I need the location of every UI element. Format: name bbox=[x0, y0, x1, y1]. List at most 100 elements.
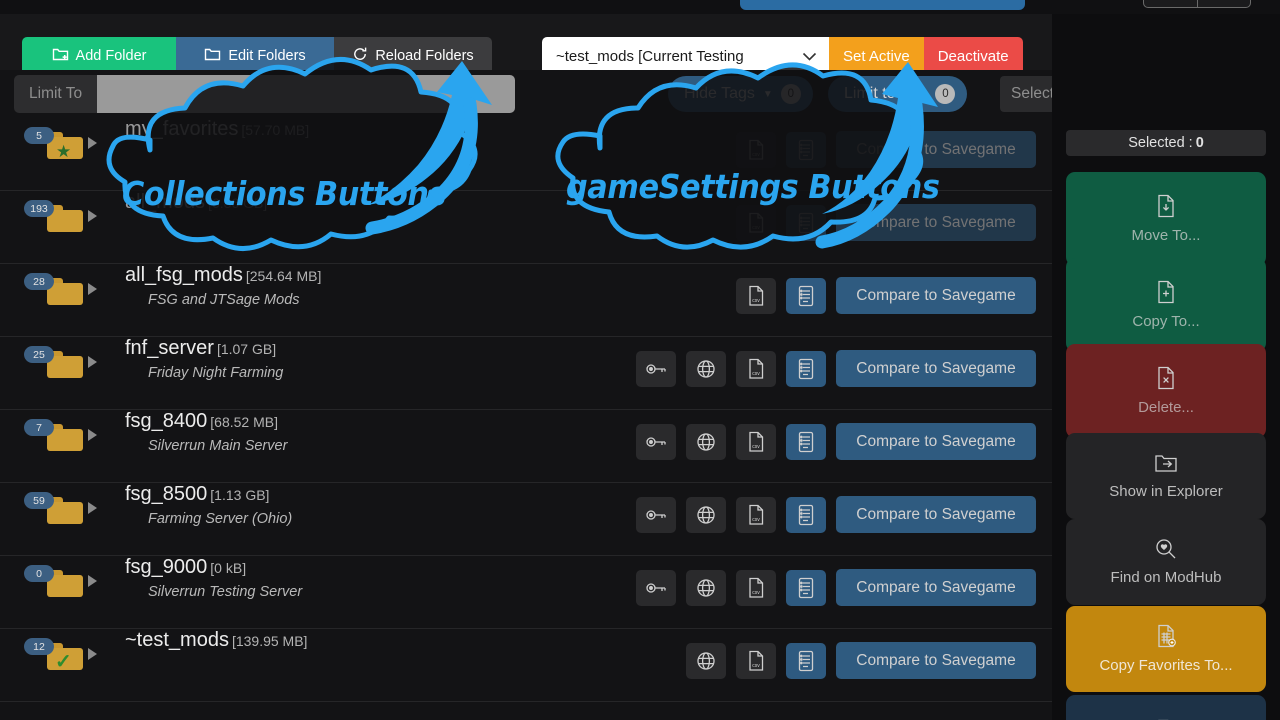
csv-file-icon: csv bbox=[746, 285, 766, 307]
notes-icon bbox=[796, 431, 816, 453]
row-expand-caret-icon[interactable] bbox=[88, 429, 97, 441]
limit-to-input[interactable] bbox=[97, 75, 515, 113]
table-row[interactable]: 59 fsg_8500[1.13 GB] Farming Server (Ohi… bbox=[0, 483, 1052, 556]
sidebar-copy-favorites-to-button[interactable]: Copy Favorites To... bbox=[1066, 606, 1266, 692]
table-row[interactable]: 7 fsg_8400[68.52 MB] Silverrun Main Serv… bbox=[0, 410, 1052, 483]
table-row[interactable]: 0 fsg_9000[0 kB] Silverrun Testing Serve… bbox=[0, 556, 1052, 629]
row-folder-name: fsg_8400 bbox=[125, 410, 207, 432]
svg-text:csv: csv bbox=[752, 225, 760, 231]
compare-to-savegame-button[interactable]: Compare to Savegame bbox=[836, 423, 1036, 460]
row-action-notes-button[interactable] bbox=[786, 132, 826, 168]
notes-icon bbox=[796, 139, 816, 161]
row-action-globe-button[interactable] bbox=[686, 351, 726, 387]
sidebar-move-to-button[interactable]: Move To... bbox=[1066, 172, 1266, 266]
row-action-key-button[interactable] bbox=[636, 570, 676, 606]
compare-to-savegame-button[interactable]: Compare to Savegame bbox=[836, 350, 1036, 387]
compare-to-savegame-button[interactable]: Compare to Savegame bbox=[836, 277, 1036, 314]
row-mod-count-badge: 5 bbox=[24, 127, 54, 144]
row-folder-name: my_favorites bbox=[125, 118, 238, 140]
row-expand-caret-icon[interactable] bbox=[88, 648, 97, 660]
sidebar-show-in-explorer-button[interactable]: Show in Explorer bbox=[1066, 433, 1266, 519]
row-folder-name: all_mods bbox=[125, 191, 205, 213]
row-folder-size: [68.52 MB] bbox=[210, 414, 278, 430]
row-action-notes-button[interactable] bbox=[786, 570, 826, 606]
row-action-notes-button[interactable] bbox=[786, 278, 826, 314]
table-row[interactable]: 25 fnf_server[1.07 GB] Friday Night Farm… bbox=[0, 337, 1052, 410]
favorite-star-icon: ★ bbox=[56, 143, 71, 160]
row-action-csv-file-button[interactable]: csv bbox=[736, 497, 776, 533]
row-title: fsg_8500[1.13 GB] bbox=[125, 483, 269, 506]
row-action-csv-file-button[interactable]: csv bbox=[736, 643, 776, 679]
sidebar-file-zip-icon-button[interactable] bbox=[1066, 695, 1266, 720]
limit-to-tags-count: 0 bbox=[935, 84, 955, 104]
svg-text:csv: csv bbox=[752, 444, 760, 450]
row-expand-caret-icon[interactable] bbox=[88, 502, 97, 514]
row-action-globe-button[interactable] bbox=[686, 570, 726, 606]
refresh-icon bbox=[352, 46, 368, 66]
row-folder-name: all_fsg_mods bbox=[125, 264, 243, 286]
globe-icon bbox=[696, 505, 716, 525]
chevron-down-icon bbox=[802, 49, 817, 64]
right-sidebar: Selected : 0 Move To... Copy To... Delet… bbox=[1052, 14, 1280, 720]
row-expand-caret-icon[interactable] bbox=[88, 356, 97, 368]
set-active-label: Set Active bbox=[843, 48, 910, 65]
main-toolbar: Add Folder Edit Folders Reload Folder bbox=[0, 14, 1052, 70]
notes-icon bbox=[796, 285, 816, 307]
row-title: fnf_server[1.07 GB] bbox=[125, 337, 276, 360]
row-action-notes-button[interactable] bbox=[786, 643, 826, 679]
row-action-csv-file-button[interactable]: csv bbox=[736, 278, 776, 314]
row-description: Farming Server (Ohio) bbox=[148, 511, 292, 527]
row-actions: csv Compare to Savegame bbox=[636, 350, 1036, 387]
limit-to-tags-dropdown[interactable]: Limit to T ▼ 0 bbox=[828, 76, 967, 112]
file-download-icon bbox=[1155, 194, 1177, 223]
table-row[interactable]: 12 ✓ ~test_mods[139.95 MB] csv bbox=[0, 629, 1052, 702]
row-action-notes-button[interactable] bbox=[786, 497, 826, 533]
row-action-csv-file-button[interactable]: csv bbox=[736, 424, 776, 460]
row-action-globe-button[interactable] bbox=[686, 424, 726, 460]
limit-to-group: Limit To bbox=[14, 75, 515, 113]
row-action-notes-button[interactable] bbox=[786, 424, 826, 460]
sidebar-find-on-modhub-button[interactable]: Find on ModHub bbox=[1066, 519, 1266, 605]
svg-text:csv: csv bbox=[752, 663, 760, 669]
row-action-csv-file-button[interactable]: csv bbox=[736, 205, 776, 241]
row-title: all_mods[6.86 GB] bbox=[125, 191, 267, 214]
row-title: ~test_mods[139.95 MB] bbox=[125, 629, 307, 652]
csv-file-icon: csv bbox=[746, 358, 766, 380]
partial-segmented-buttons[interactable] bbox=[1143, 0, 1251, 8]
row-action-key-button[interactable] bbox=[636, 497, 676, 533]
compare-to-savegame-button[interactable]: Compare to Savegame bbox=[836, 131, 1036, 168]
notes-icon bbox=[796, 650, 816, 672]
partial-blue-button[interactable] bbox=[740, 0, 1025, 10]
svg-text:csv: csv bbox=[752, 298, 760, 304]
row-expand-caret-icon[interactable] bbox=[88, 210, 97, 222]
row-expand-caret-icon[interactable] bbox=[88, 283, 97, 295]
table-row[interactable]: 193 all_mods[6.86 GB] csv bbox=[0, 191, 1052, 264]
mod-folder-list[interactable]: 5 ★ my_favorites[57.70 MB] csv bbox=[0, 118, 1052, 720]
row-action-notes-button[interactable] bbox=[786, 351, 826, 387]
hide-tags-dropdown[interactable]: Hide Tags ▼ 0 bbox=[668, 76, 813, 112]
row-mod-count-badge: 193 bbox=[24, 200, 54, 217]
compare-to-savegame-button[interactable]: Compare to Savegame bbox=[836, 642, 1036, 679]
table-row[interactable]: 28 all_fsg_mods[254.64 MB] FSG and JTSag… bbox=[0, 264, 1052, 337]
row-expand-caret-icon[interactable] bbox=[88, 137, 97, 149]
sidebar-delete-button[interactable]: Delete... bbox=[1066, 344, 1266, 438]
row-action-globe-button[interactable] bbox=[686, 497, 726, 533]
table-row[interactable]: 5 ★ my_favorites[57.70 MB] csv bbox=[0, 118, 1052, 191]
row-action-globe-button[interactable] bbox=[686, 643, 726, 679]
row-action-key-button[interactable] bbox=[636, 351, 676, 387]
row-action-csv-file-button[interactable]: csv bbox=[736, 351, 776, 387]
row-folder-name: fsg_8500 bbox=[125, 483, 207, 505]
grid-plus-icon bbox=[1155, 624, 1177, 653]
row-expand-caret-icon[interactable] bbox=[88, 575, 97, 587]
row-action-key-button[interactable] bbox=[636, 424, 676, 460]
compare-to-savegame-button[interactable]: Compare to Savegame bbox=[836, 569, 1036, 606]
compare-to-savegame-button[interactable]: Compare to Savegame bbox=[836, 204, 1036, 241]
row-action-csv-file-button[interactable]: csv bbox=[736, 132, 776, 168]
hide-tags-label: Hide Tags bbox=[684, 85, 755, 103]
edit-folders-label: Edit Folders bbox=[228, 48, 305, 64]
notes-icon bbox=[796, 504, 816, 526]
row-action-notes-button[interactable] bbox=[786, 205, 826, 241]
sidebar-copy-to-button[interactable]: Copy To... bbox=[1066, 258, 1266, 352]
row-action-csv-file-button[interactable]: csv bbox=[736, 570, 776, 606]
compare-to-savegame-button[interactable]: Compare to Savegame bbox=[836, 496, 1036, 533]
